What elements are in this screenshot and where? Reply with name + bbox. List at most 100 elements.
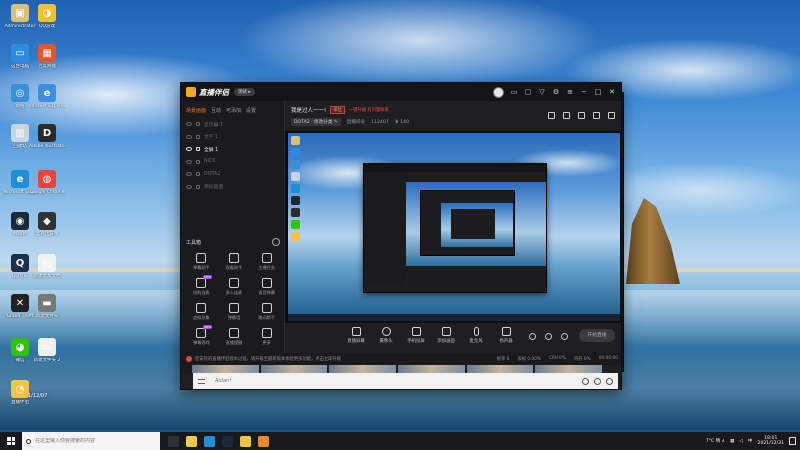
thumbnail[interactable] xyxy=(329,365,397,373)
scene-item[interactable]: 文字 1 xyxy=(186,131,279,144)
lock-icon[interactable]: ▢ xyxy=(524,88,532,96)
tab-scenes[interactable]: 场景画面 xyxy=(186,107,206,114)
desktop-icon[interactable]: ◍ Google Chrome xyxy=(29,170,65,195)
start-button[interactable] xyxy=(0,432,22,450)
close-icon[interactable]: ✕ xyxy=(608,88,616,96)
tab-addable[interactable]: 可添加 xyxy=(226,107,241,114)
control-screen-capture[interactable]: 直播屏幕 xyxy=(341,327,371,344)
tool-item[interactable]: 观看助手 xyxy=(218,253,251,271)
gift-box-icon[interactable] xyxy=(548,112,555,119)
send-icon[interactable] xyxy=(606,377,613,385)
scene-item[interactable]: NICK xyxy=(186,156,279,169)
scene-item[interactable]: 添加画面 xyxy=(186,181,279,194)
desktop-icon[interactable]: D Adobe Illustrator xyxy=(29,124,65,149)
stream-preview[interactable] xyxy=(285,131,621,323)
eye-icon[interactable] xyxy=(186,134,192,139)
tool-item[interactable]: 语音弹幕 xyxy=(250,278,283,296)
scene-item[interactable]: 全屏 1 xyxy=(186,143,279,156)
search-input[interactable] xyxy=(35,438,155,444)
desktop-icon[interactable]: ▭ 新建文件夹 2 xyxy=(29,338,65,363)
image-icon[interactable] xyxy=(594,377,601,385)
eye-icon[interactable] xyxy=(186,147,192,152)
desktop-icon[interactable]: ▤ 新建文本文档 xyxy=(29,254,65,279)
emoji-icon[interactable] xyxy=(582,377,589,385)
maximize-icon[interactable]: □ xyxy=(594,88,602,96)
share-icon[interactable] xyxy=(608,112,615,119)
thumbnail[interactable] xyxy=(466,365,534,373)
chat-input[interactable] xyxy=(215,378,515,384)
room-tag[interactable]: 排位 xyxy=(330,106,345,114)
tool-item[interactable]: 直播提醒 xyxy=(218,328,251,346)
scene-item[interactable]: 显示器 1 xyxy=(186,118,279,131)
eye-icon[interactable] xyxy=(186,172,192,177)
control-phone-cast[interactable]: 手机投屏 xyxy=(401,327,431,344)
lock-room-icon[interactable] xyxy=(563,112,570,119)
clock[interactable]: 18:01 2021/12/31 xyxy=(758,436,784,447)
control-microphone[interactable]: 麦克风 xyxy=(461,327,491,344)
tab-interact[interactable]: 互动 xyxy=(211,107,221,114)
task-view-icon[interactable] xyxy=(168,435,179,447)
steam-icon[interactable] xyxy=(222,435,233,447)
gift-icon[interactable]: ▽ xyxy=(538,88,546,96)
scene-item[interactable]: DOTA2 xyxy=(186,168,279,181)
eye-icon[interactable] xyxy=(186,122,192,127)
version-pill[interactable]: 测试 ▸ xyxy=(234,88,255,96)
settings-icon[interactable]: ⚙ xyxy=(552,88,560,96)
tool-item[interactable]: 多人连麦 xyxy=(218,278,251,296)
notification-icon[interactable] xyxy=(789,437,796,445)
input-language[interactable]: 中 xyxy=(748,438,753,444)
weather[interactable]: 7°C 晴 ∧ xyxy=(706,438,725,444)
status-message[interactable]: 您安装的直播伴侣版本过低，请升级至最新版本体验更多功能，点击立即升级 xyxy=(195,356,341,362)
thumbnail[interactable] xyxy=(192,365,259,373)
chat-menu-icon[interactable] xyxy=(198,378,205,384)
bell-icon[interactable] xyxy=(593,112,600,119)
lock-icon[interactable] xyxy=(196,134,200,139)
tool-item[interactable]: NEW 弹幕游戏 xyxy=(185,325,218,346)
control-speaker[interactable]: 扬声器 xyxy=(491,327,521,344)
tab-settings[interactable]: 设置 xyxy=(246,107,256,114)
tool-item[interactable]: 歌词助手 xyxy=(250,303,283,321)
qq-icon[interactable] xyxy=(240,435,251,447)
title-bar[interactable]: 直播伴侣 测试 ▸ ▭ ▢ ▽ ⚙ ≡ − □ ✕ xyxy=(181,83,621,101)
tool-item[interactable]: 弹幕墙 xyxy=(218,303,251,321)
file-explorer-icon[interactable] xyxy=(186,435,197,447)
lock-icon[interactable] xyxy=(196,172,200,177)
tool-item[interactable]: 弹幕助手 xyxy=(185,253,218,271)
eye-icon[interactable] xyxy=(186,159,192,164)
live-companion-icon[interactable] xyxy=(258,435,269,447)
desktop-icon[interactable]: ◑ QQ游戏 xyxy=(29,4,65,29)
desktop-icon[interactable]: ▦ 百度网盘 xyxy=(29,44,65,69)
start-live-button[interactable]: 开始直播 xyxy=(579,329,615,342)
control-add-source[interactable]: 添加画面 xyxy=(431,327,461,344)
volume-icon[interactable]: ◁ xyxy=(739,439,743,444)
lock-icon[interactable] xyxy=(196,184,200,189)
game-category[interactable]: DOTA2 · 修改分类 ✎ xyxy=(291,118,341,126)
thumbnail[interactable] xyxy=(398,365,465,373)
tool-item[interactable]: 更多 xyxy=(250,328,283,346)
lock-icon[interactable] xyxy=(196,122,200,127)
lock-icon[interactable] xyxy=(196,159,200,164)
thumbnail[interactable] xyxy=(260,365,328,373)
tool-item[interactable]: 虚拟形象 xyxy=(185,303,218,321)
share-screen-icon[interactable] xyxy=(578,112,585,119)
user-avatar[interactable] xyxy=(493,86,504,98)
room-title[interactable]: 我是过人一一! xyxy=(291,106,326,114)
control-camera[interactable]: 摄像头 xyxy=(371,327,401,344)
eye-icon[interactable] xyxy=(186,184,192,189)
stream-settings-icon[interactable] xyxy=(561,333,568,340)
thumbnail[interactable] xyxy=(535,365,603,373)
tool-item[interactable]: NEW 抢购连麦 xyxy=(185,275,218,296)
desktop-icon[interactable]: e Internet Explorer xyxy=(29,84,65,109)
minimize-icon[interactable]: − xyxy=(580,88,588,96)
taskbar-search[interactable] xyxy=(22,432,160,450)
message-icon[interactable]: ▭ xyxy=(510,88,518,96)
toolbox-more-icon[interactable] xyxy=(272,238,280,246)
lock-icon[interactable] xyxy=(196,147,200,152)
desktop-icon[interactable]: ▬ 新建文件夹 xyxy=(29,294,65,319)
desktop-icon[interactable]: ◆ 黑神话游戏 xyxy=(29,212,65,237)
record-icon[interactable] xyxy=(529,333,536,340)
flip-icon[interactable] xyxy=(545,333,552,340)
room-notice[interactable]: 一键开播 有问题联系 xyxy=(349,107,389,113)
edge-icon[interactable] xyxy=(204,435,215,447)
menu-icon[interactable]: ≡ xyxy=(566,88,574,96)
